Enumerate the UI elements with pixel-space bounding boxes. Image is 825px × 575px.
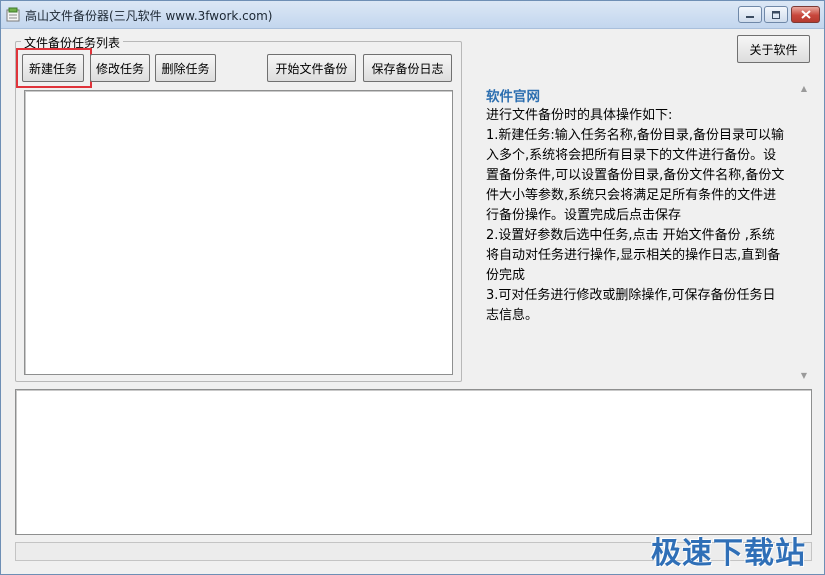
info-scrollbar[interactable]: ▲ ▼ [796,81,812,383]
minimize-button[interactable] [738,6,762,23]
window-title: 高山文件备份器(三凡软件 www.3fwork.com) [25,9,273,23]
instructions-text: 进行文件备份时的具体操作如下: 1.新建任务:输入任务名称,备份目录,备份目录可… [486,108,785,323]
app-window: 高山文件备份器(三凡软件 www.3fwork.com) 文件备份任务列表 新建… [0,0,825,575]
new-task-button[interactable]: 新建任务 [22,54,84,82]
title-bar[interactable]: 高山文件备份器(三凡软件 www.3fwork.com) [1,1,824,29]
info-panel: 软件官网 进行文件备份时的具体操作如下: 1.新建任务:输入任务名称,备份目录,… [467,73,812,381]
task-list[interactable] [24,90,453,375]
scroll-down-icon[interactable]: ▼ [796,368,812,382]
edit-task-button[interactable]: 修改任务 [90,54,150,82]
delete-task-button[interactable]: 删除任务 [155,54,216,82]
close-icon [800,10,811,19]
maximize-button[interactable] [764,6,788,23]
save-log-button[interactable]: 保存备份日志 [363,54,452,82]
minimize-icon [746,15,754,18]
app-icon [6,7,20,22]
close-button[interactable] [791,6,820,23]
backup-log[interactable] [15,389,812,535]
start-backup-button[interactable]: 开始文件备份 [267,54,356,82]
maximize-icon [772,10,780,19]
watermark-logo: 极速下载站 [651,536,806,571]
scroll-up-icon[interactable]: ▲ [796,81,812,95]
about-button[interactable]: 关于软件 [737,35,810,63]
website-link[interactable]: 软件官网 [486,85,540,105]
